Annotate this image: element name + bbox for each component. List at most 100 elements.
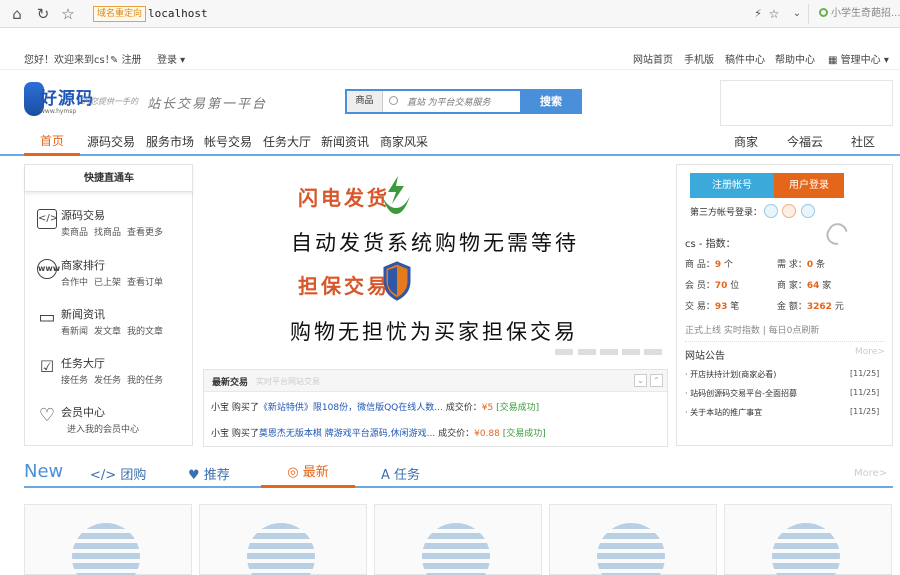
quick-link[interactable]: 发任务 bbox=[94, 376, 121, 386]
trade-row[interactable]: 小宝 购买了《新站特供》限108份，微信版QQ在线人数... 成交价：¥5 [交… bbox=[211, 400, 539, 413]
qq-login-icon[interactable] bbox=[764, 204, 778, 218]
nav-item-community[interactable]: 社区 bbox=[851, 133, 875, 150]
product-card[interactable] bbox=[549, 504, 717, 575]
quick-item-links: 合作中 已上架 查看订单 bbox=[61, 275, 169, 288]
scroll-down-icon[interactable]: ⌄ bbox=[634, 374, 647, 387]
browser-search-text: 小学生奇葩招... bbox=[831, 8, 900, 19]
nav-item-account[interactable]: 帐号交易 bbox=[204, 133, 252, 150]
trade-status: [交易成功] bbox=[496, 403, 540, 413]
trade-product[interactable]: 莫恩杰无版本棋 牌游戏平台源码,休闲游戏... bbox=[259, 429, 435, 439]
wechat-login-icon[interactable] bbox=[801, 204, 815, 218]
quick-item-title: 新闻资讯 bbox=[61, 308, 105, 321]
quick-link[interactable]: 卖商品 bbox=[61, 228, 88, 238]
tab-label: 任务 bbox=[394, 468, 421, 483]
site-home-link[interactable]: 网站首页 bbox=[633, 51, 673, 66]
tab-tasks[interactable]: A 任务 bbox=[381, 464, 420, 483]
search-input[interactable] bbox=[407, 93, 519, 110]
new-label: New bbox=[24, 461, 64, 482]
refresh-icon[interactable]: ↻ bbox=[34, 5, 52, 23]
quick-link[interactable]: 进入我的会员中心 bbox=[67, 425, 139, 435]
quick-link[interactable]: 查看订单 bbox=[127, 278, 163, 288]
search-button[interactable]: 搜索 bbox=[520, 89, 582, 114]
index-note: 正式上线 实时指数 | 每日0点刷新 bbox=[685, 326, 820, 336]
nav-item-source[interactable]: 源码交易 bbox=[87, 133, 135, 150]
bookmark-star-icon[interactable]: ☆ bbox=[765, 5, 783, 23]
product-card[interactable] bbox=[24, 504, 192, 575]
product-card[interactable] bbox=[199, 504, 367, 575]
quick-link[interactable]: 看新闻 bbox=[61, 327, 88, 337]
quick-item-member[interactable]: ♡ 会员中心 进入我的会员中心 bbox=[33, 404, 188, 452]
banner-line-2: 自动发货系统购物无需等待 bbox=[291, 231, 579, 255]
banner-dot[interactable] bbox=[644, 349, 662, 355]
quick-item-source[interactable]: </> 源码交易 卖商品 找商品 查看更多 bbox=[33, 207, 188, 255]
quick-link[interactable]: 接任务 bbox=[61, 376, 88, 386]
quick-item-news[interactable]: ▭ 新闻资讯 看新闻 发文章 我的文章 bbox=[33, 306, 188, 354]
home-icon[interactable]: ⌂ bbox=[8, 5, 26, 23]
quick-link[interactable]: 我的任务 bbox=[127, 376, 163, 386]
nav-item-shops[interactable]: 商家 bbox=[734, 133, 758, 150]
scroll-up-icon[interactable]: ⌃ bbox=[650, 374, 663, 387]
nav-item-tasks[interactable]: 任务大厅 bbox=[263, 133, 311, 150]
search-type-select[interactable]: 商品 bbox=[347, 91, 383, 112]
tab-latest[interactable]: ◎ 最新 bbox=[261, 458, 355, 488]
mobile-link[interactable]: 手机版 bbox=[684, 51, 714, 66]
monitor-icon: ▭ bbox=[38, 307, 56, 328]
quick-item-links: 卖商品 找商品 查看更多 bbox=[61, 225, 169, 238]
manuscript-link[interactable]: 稿件中心 bbox=[725, 51, 765, 66]
top-link-bar: 您好！欢迎来到cs！ ✎ 注册 登录 ▾ 网站首页 手机版 稿件中心 帮助中心 … bbox=[0, 46, 900, 70]
banner-line-1: 闪电发货 bbox=[298, 186, 390, 210]
heart-icon: ♥ bbox=[188, 468, 200, 483]
quick-item-ranking[interactable]: www 商家排行 合作中 已上架 查看订单 bbox=[33, 257, 188, 305]
nav-item-news[interactable]: 新闻资讯 bbox=[321, 133, 369, 150]
banner-dot[interactable] bbox=[578, 349, 596, 355]
star-icon[interactable]: ☆ bbox=[59, 5, 77, 23]
quick-link[interactable]: 查看更多 bbox=[127, 228, 163, 238]
quick-link[interactable]: 已上架 bbox=[94, 278, 121, 288]
quick-item-links: 看新闻 发文章 我的文章 bbox=[61, 324, 169, 337]
quick-item-title: 任务大厅 bbox=[61, 357, 105, 370]
banner-dot[interactable] bbox=[555, 349, 573, 355]
promo-banner[interactable]: 闪电发货 自动发货系统购物无需等待 担保交易 购物无担忧为买家担保交易 bbox=[203, 164, 668, 364]
register-button[interactable]: 注册帐号 bbox=[690, 173, 774, 198]
login-link[interactable]: 登录 ▾ bbox=[157, 51, 185, 66]
quick-link[interactable]: 发文章 bbox=[94, 327, 121, 337]
trade-price: ¥5 bbox=[481, 403, 494, 413]
browser-search[interactable]: 小学生奇葩招... bbox=[808, 4, 900, 24]
nav-item-cloud[interactable]: 今福云 bbox=[787, 133, 823, 150]
tab-groupbuy[interactable]: </> 团购 bbox=[90, 464, 146, 483]
help-link[interactable]: 帮助中心 bbox=[775, 51, 815, 66]
login-button[interactable]: 用户登录 bbox=[774, 173, 844, 198]
tab-label: 最新 bbox=[302, 465, 329, 480]
tabs-more-link[interactable]: More> bbox=[854, 468, 887, 479]
tab-recommend[interactable]: ♥ 推荐 bbox=[188, 464, 230, 483]
banner-dot[interactable] bbox=[622, 349, 640, 355]
weibo-login-icon[interactable] bbox=[782, 204, 796, 218]
chevron-down-icon[interactable]: ⌄ bbox=[788, 5, 806, 23]
nav-item-home[interactable]: 首页 bbox=[24, 128, 80, 156]
quick-link[interactable]: 找商品 bbox=[94, 228, 121, 238]
divider bbox=[685, 341, 885, 342]
product-card[interactable] bbox=[374, 504, 542, 575]
product-card[interactable] bbox=[724, 504, 892, 575]
quick-link[interactable]: 合作中 bbox=[61, 278, 88, 288]
trade-row[interactable]: 小宝 购买了莫恩杰无版本棋 牌游戏平台源码,休闲游戏... 成交价：¥0.88 … bbox=[211, 426, 546, 439]
tab-label: 团购 bbox=[120, 468, 147, 483]
address-bar[interactable]: localhost bbox=[148, 7, 208, 20]
placeholder-logo-icon bbox=[597, 523, 665, 575]
stat-label: 商 家： bbox=[777, 281, 807, 291]
quick-link[interactable]: 我的文章 bbox=[127, 327, 163, 337]
latest-trades-panel: 最新交易 实时平台网站交易 ⌄ ⌃ 小宝 购买了《新站特供》限108份，微信版Q… bbox=[203, 369, 668, 447]
stat-demands: 需 求：0 条 bbox=[777, 257, 825, 270]
url-tag: 域名重定向 bbox=[93, 6, 147, 22]
banner-dot[interactable] bbox=[600, 349, 618, 355]
quick-item-tasks[interactable]: ☑ 任务大厅 接任务 发任务 我的任务 bbox=[33, 355, 188, 403]
notice-more-link[interactable]: More> bbox=[855, 347, 885, 357]
trade-product[interactable]: 《新站特供》限108份，微信版QQ在线人数... bbox=[259, 403, 443, 413]
admin-link[interactable]: ▦ 管理中心 ▾ bbox=[828, 51, 889, 66]
logo-slogan: 为您提供一手的 bbox=[82, 97, 138, 106]
nav-item-service[interactable]: 服务市场 bbox=[146, 133, 194, 150]
register-link[interactable]: ✎ 注册 bbox=[110, 51, 142, 66]
site-tagline: 站长交易第一平台 bbox=[147, 97, 268, 112]
user-index-label: cs - 指数： bbox=[685, 239, 736, 250]
nav-item-merchants[interactable]: 商家风采 bbox=[380, 133, 428, 150]
